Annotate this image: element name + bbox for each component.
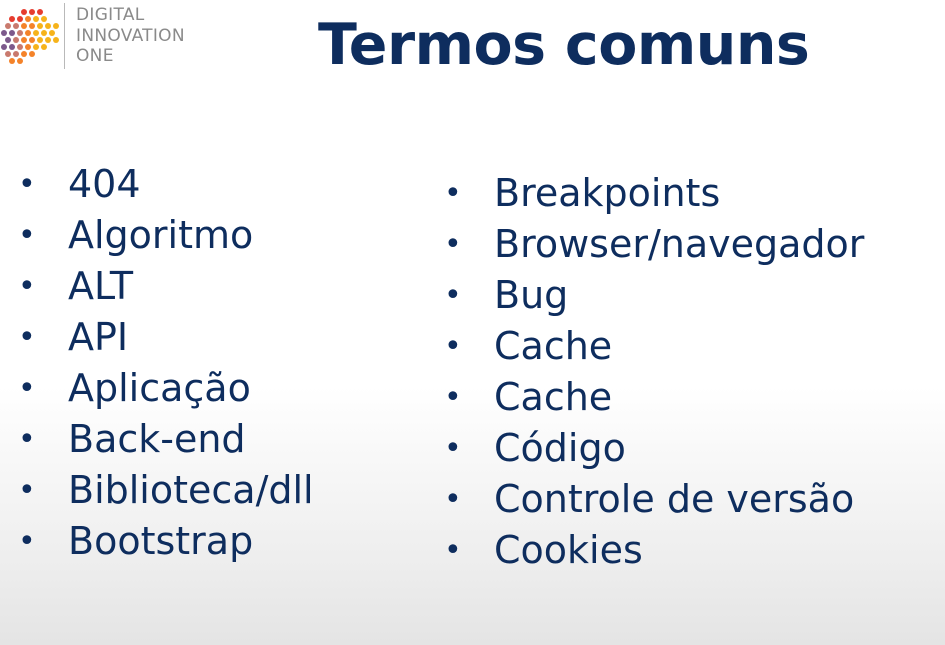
bullet-icon: • <box>444 227 462 262</box>
term-label: Cache <box>494 324 613 368</box>
logo-dot <box>1 44 7 50</box>
logo-dot <box>5 37 11 43</box>
logo-dot <box>37 9 43 15</box>
term-item: • Algoritmo <box>0 210 314 261</box>
logo-dot <box>53 23 59 29</box>
logo-dot <box>5 23 11 29</box>
logo-dot <box>45 23 51 29</box>
term-label: Browser/navegador <box>494 222 865 266</box>
term-item: • Cache <box>426 372 864 423</box>
term-label: Bug <box>494 273 569 317</box>
terms-list-right: • Breakpoints • Browser/navegador • Bug • Ca… <box>426 168 864 576</box>
logo-dot <box>25 30 31 36</box>
logo-dot <box>29 37 35 43</box>
logo-dot <box>5 51 11 57</box>
logo-dot <box>21 37 27 43</box>
term-item: • 404 <box>0 159 314 210</box>
logo-dot <box>37 23 43 29</box>
logo-dot <box>9 16 15 22</box>
logo-dot <box>9 44 15 50</box>
logo-dot <box>41 30 47 36</box>
bullet-icon: • <box>18 524 36 559</box>
term-label: Controle de versão <box>494 477 855 521</box>
logo-dot <box>49 30 55 36</box>
logo-dot <box>13 37 19 43</box>
logo-dot <box>17 44 23 50</box>
logo-wordmark: DIGITAL INNOVATION ONE <box>76 5 185 67</box>
logo-dot <box>13 51 19 57</box>
logo-dot <box>17 30 23 36</box>
logo-dot <box>25 44 31 50</box>
term-label: API <box>68 315 129 359</box>
term-item: • Bug <box>426 270 864 321</box>
logo-dot <box>9 30 15 36</box>
term-label: ALT <box>68 264 134 308</box>
logo-dot <box>21 51 27 57</box>
logo-dot <box>41 44 47 50</box>
term-item: • API <box>0 312 314 363</box>
bullet-icon: • <box>444 329 462 364</box>
logo-line-3: ONE <box>76 46 114 66</box>
term-label: Cache <box>494 375 613 419</box>
term-label: Aplicação <box>68 366 251 410</box>
bullet-icon: • <box>444 431 462 466</box>
bullet-icon: • <box>18 218 36 253</box>
term-item: • Back-end <box>0 414 314 465</box>
logo-mark-icon <box>1 9 59 64</box>
term-item: • Biblioteca/dll <box>0 465 314 516</box>
logo-dot <box>17 16 23 22</box>
bullet-icon: • <box>444 176 462 211</box>
logo-dot <box>21 23 27 29</box>
term-item: • Controle de versão <box>426 474 864 525</box>
term-label: Bootstrap <box>68 519 254 563</box>
slide-title: Termos comuns <box>318 12 810 78</box>
bullet-icon: • <box>444 380 462 415</box>
logo-dot <box>9 58 15 64</box>
bullet-icon: • <box>18 371 36 406</box>
term-item: • Cache <box>426 321 864 372</box>
logo-dot <box>33 44 39 50</box>
bullet-icon: • <box>18 269 36 304</box>
logo-dot <box>21 9 27 15</box>
term-item: • Bootstrap <box>0 516 314 567</box>
terms-list-left: • 404 • Algoritmo • ALT • API • Aplicação • Ba… <box>0 159 314 567</box>
logo-dot <box>53 37 59 43</box>
logo-line-2: INNOVATION <box>76 25 185 46</box>
bullet-icon: • <box>444 482 462 517</box>
logo-dot <box>29 23 35 29</box>
logo-dot <box>33 16 39 22</box>
logo-dot <box>25 16 31 22</box>
bullet-icon: • <box>18 320 36 355</box>
term-item: • Cookies <box>426 525 864 576</box>
term-item: • Aplicação <box>0 363 314 414</box>
logo-divider <box>64 3 65 69</box>
brand-logo: DIGITAL INNOVATION ONE <box>0 0 230 75</box>
logo-dot <box>45 37 51 43</box>
bullet-icon: • <box>18 422 36 457</box>
bullet-icon: • <box>444 533 462 568</box>
logo-dot <box>13 23 19 29</box>
logo-dot <box>1 30 7 36</box>
logo-dot <box>17 58 23 64</box>
term-item: • Breakpoints <box>426 168 864 219</box>
term-label: Algoritmo <box>68 213 254 257</box>
term-label: Back-end <box>68 417 246 461</box>
bullet-icon: • <box>18 167 36 202</box>
term-label: Biblioteca/dll <box>68 468 314 512</box>
logo-dot <box>37 37 43 43</box>
bullet-icon: • <box>444 278 462 313</box>
term-label: 404 <box>68 162 141 206</box>
term-item: • Browser/navegador <box>426 219 864 270</box>
logo-dot <box>29 51 35 57</box>
logo-line-1: DIGITAL <box>76 5 145 25</box>
logo-dot <box>41 16 47 22</box>
term-label: Breakpoints <box>494 171 721 215</box>
term-label: Cookies <box>494 528 643 572</box>
logo-dot <box>29 9 35 15</box>
bullet-icon: • <box>18 473 36 508</box>
term-item: • Código <box>426 423 864 474</box>
logo-dot <box>33 30 39 36</box>
term-label: Código <box>494 426 626 470</box>
term-item: • ALT <box>0 261 314 312</box>
